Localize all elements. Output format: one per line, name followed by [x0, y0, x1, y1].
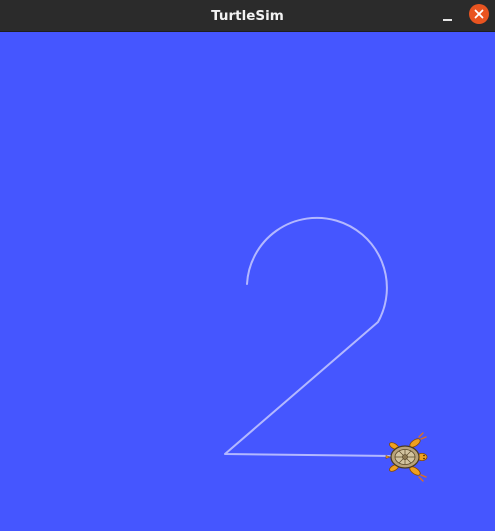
- turtle-icon: [385, 432, 428, 482]
- turtle-canvas: [0, 32, 495, 531]
- pen-trail: [224, 216, 393, 457]
- title-bar[interactable]: TurtleSim: [0, 0, 495, 32]
- turtlesim-window: TurtleSim: [0, 0, 495, 531]
- close-button[interactable]: [469, 4, 489, 24]
- window-title: TurtleSim: [211, 8, 284, 24]
- minimize-icon: [443, 19, 452, 21]
- close-icon: [474, 9, 484, 19]
- drawing-surface: [224, 216, 428, 482]
- minimize-button[interactable]: [436, 4, 460, 28]
